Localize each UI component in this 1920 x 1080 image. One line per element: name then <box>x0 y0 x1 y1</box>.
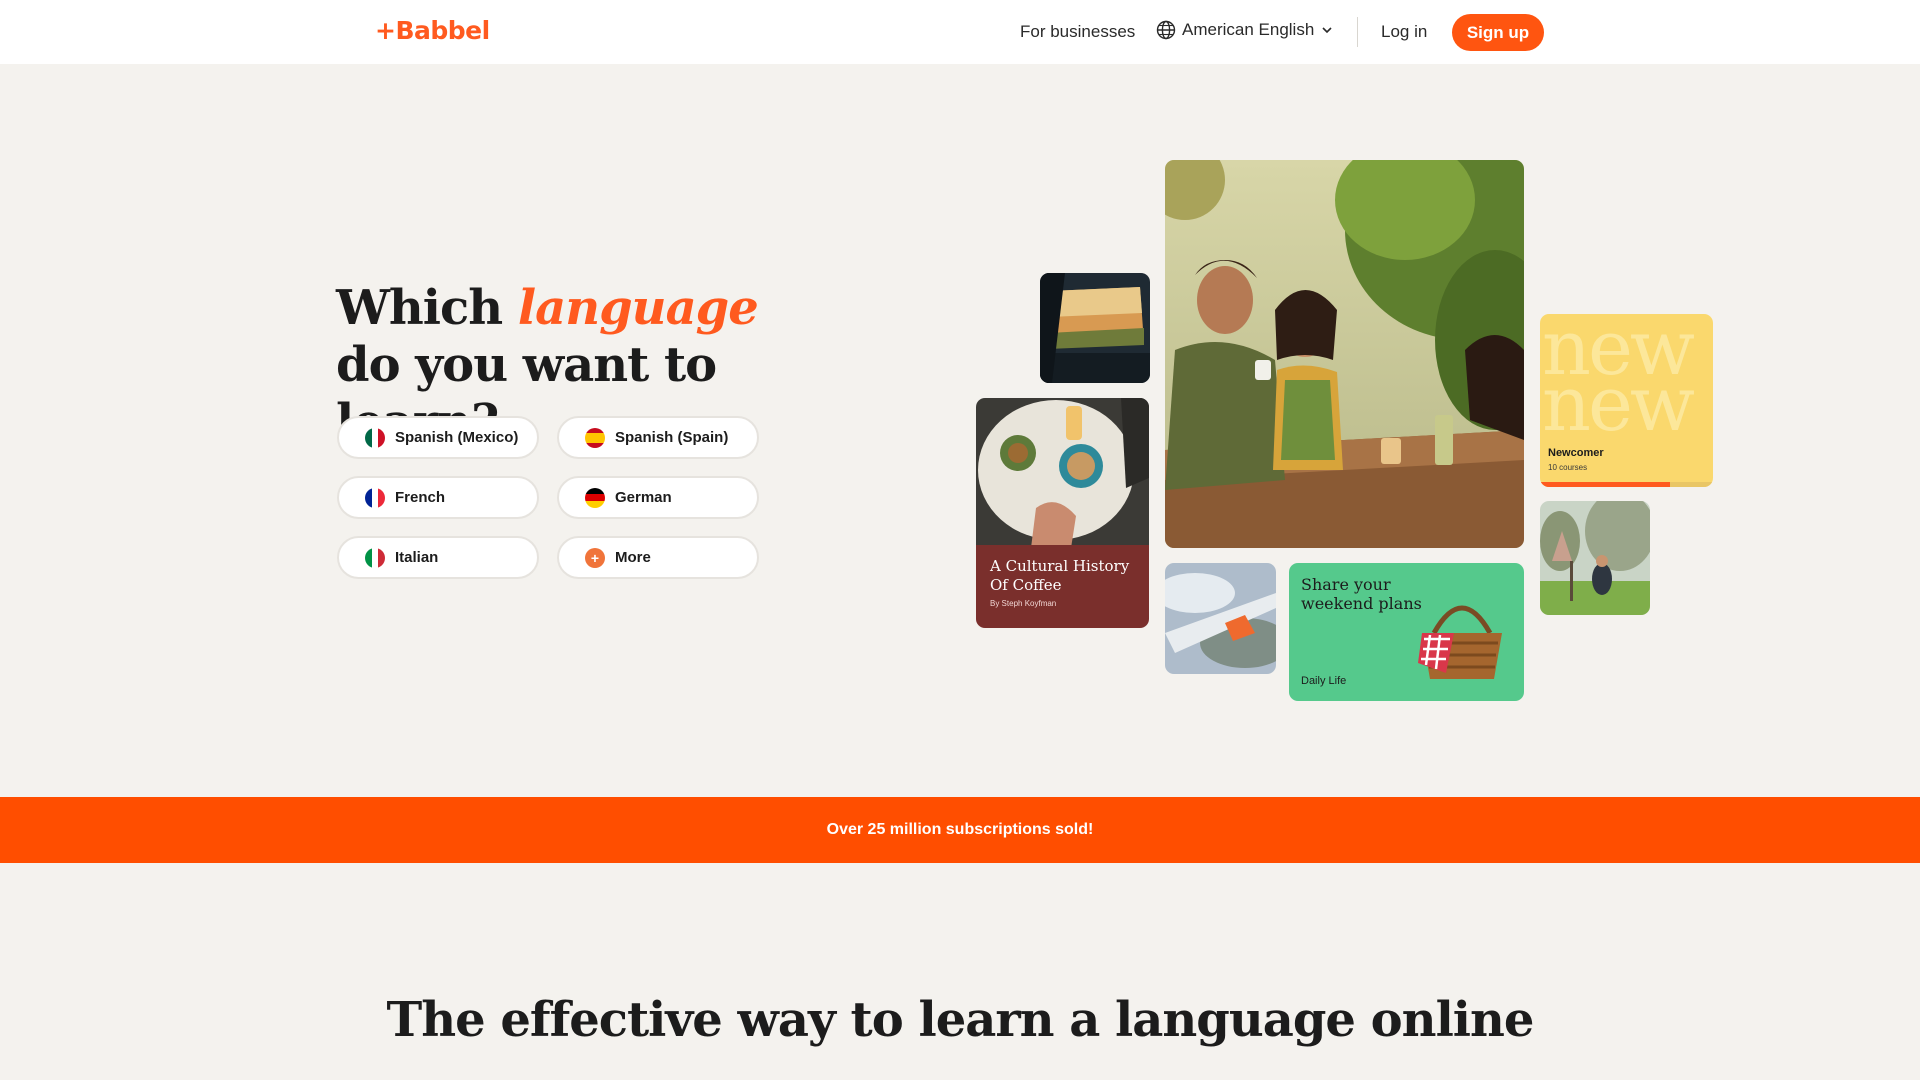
coffee-article-card[interactable]: A Cultural History Of Coffee By Steph Ko… <box>976 398 1149 628</box>
language-selector-label: American English <box>1182 20 1315 39</box>
language-option-label: Spanish (Spain) <box>615 429 729 446</box>
newcomer-course-card[interactable]: new new Newcomer 10 courses <box>1540 314 1713 487</box>
language-option-german[interactable]: German <box>557 476 759 519</box>
babbel-logo[interactable]: +Babbel <box>375 16 490 45</box>
language-option-label: French <box>395 489 446 506</box>
header-divider <box>1357 17 1358 47</box>
newcomer-course-title: Newcomer <box>1548 447 1604 459</box>
language-option-label: Italian <box>395 549 439 566</box>
coffee-article-author: By Steph Koyfman <box>990 599 1057 608</box>
share-weekend-plans-category: Daily Life <box>1301 675 1347 687</box>
newcomer-progress-fill <box>1540 482 1670 487</box>
picnic-basket-icon <box>1414 593 1510 685</box>
plus-icon: + <box>585 547 605 568</box>
signup-button[interactable]: Sign up <box>1452 14 1544 51</box>
language-option-italian[interactable]: Italian <box>337 536 539 579</box>
mexico-flag-icon <box>365 427 385 448</box>
for-businesses-link[interactable]: For businesses <box>1020 22 1135 42</box>
language-option-label: Spanish (Mexico) <box>395 429 519 446</box>
newcomer-course-count: 10 courses <box>1548 463 1588 472</box>
hero-title-part1: Which <box>336 280 518 336</box>
share-weekend-plans-card[interactable]: Share your weekend plans Daily Life <box>1289 563 1524 701</box>
coffee-article-caption: A Cultural History Of Coffee By Steph Ko… <box>976 545 1149 628</box>
section-title: The effective way to learn a language on… <box>386 992 1535 1048</box>
language-option-french[interactable]: French <box>337 476 539 519</box>
share-weekend-plans-title: Share your weekend plans <box>1301 575 1422 613</box>
italy-flag-icon <box>365 547 385 568</box>
language-option-more[interactable]: + More <box>557 536 759 579</box>
newcomer-decorative-word: new <box>1542 359 1695 448</box>
newcomer-progress-bar <box>1540 482 1713 487</box>
france-flag-icon <box>365 487 385 508</box>
language-option-spanish-spain[interactable]: Spanish (Spain) <box>557 416 759 459</box>
subscriptions-banner: Over 25 million subscriptions sold! <box>0 797 1920 863</box>
hero-title-accent: language <box>517 280 759 336</box>
language-option-label: German <box>615 489 672 506</box>
germany-flag-icon <box>585 487 605 508</box>
language-option-spanish-mexico[interactable]: Spanish (Mexico) <box>337 416 539 459</box>
globe-icon <box>1156 20 1176 40</box>
login-link[interactable]: Log in <box>1381 22 1427 42</box>
coffee-article-title: A Cultural History Of Coffee <box>990 557 1130 594</box>
site-header: +Babbel For businesses American English … <box>0 0 1920 64</box>
language-option-label: More <box>615 549 651 566</box>
spain-flag-icon <box>585 427 605 448</box>
friends-cafe-photo <box>1165 160 1524 548</box>
car-window-photo <box>1040 273 1150 383</box>
chevron-down-icon <box>1320 23 1334 37</box>
airplane-wing-photo <box>1165 563 1276 674</box>
language-selector[interactable]: American English <box>1156 20 1334 40</box>
garden-photo <box>1540 501 1650 615</box>
